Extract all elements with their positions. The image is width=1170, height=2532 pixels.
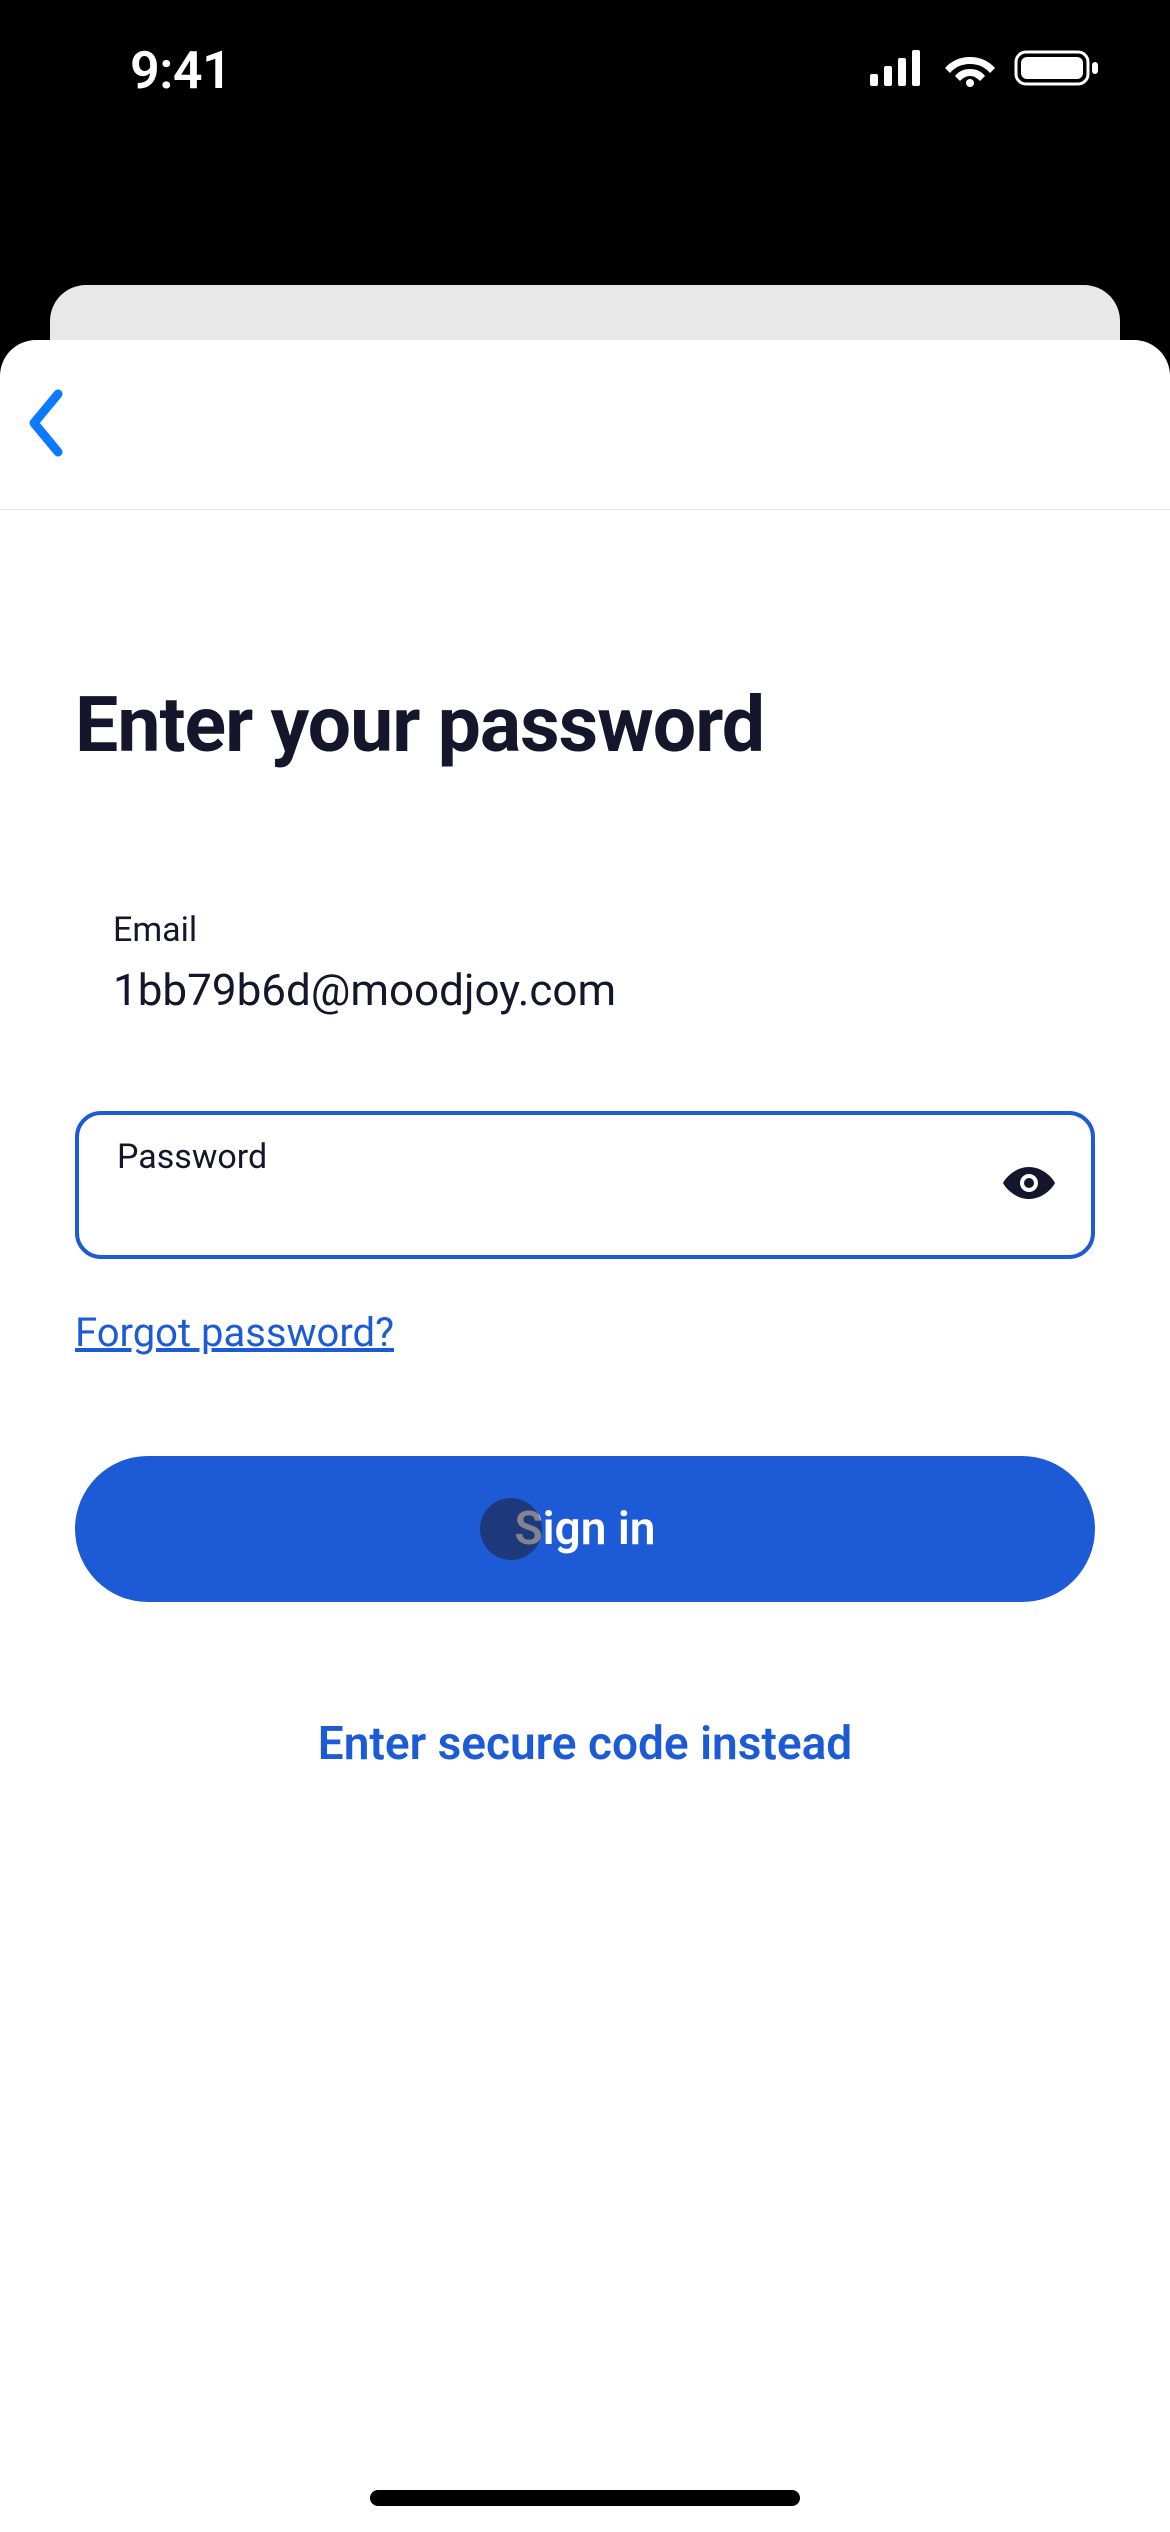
modal-sheet: Enter your password Email 1bb79b6d@moodj… bbox=[0, 340, 1170, 2532]
secure-code-link[interactable]: Enter secure code instead bbox=[75, 1697, 1095, 1791]
email-display: Email 1bb79b6d@moodjoy.com bbox=[75, 910, 1095, 1016]
page-title: Enter your password bbox=[75, 680, 1095, 770]
status-icons bbox=[870, 48, 1100, 92]
forgot-password-link[interactable]: Forgot password? bbox=[75, 1309, 394, 1356]
battery-icon bbox=[1014, 48, 1100, 92]
password-input[interactable] bbox=[117, 1187, 971, 1237]
password-label: Password bbox=[117, 1137, 971, 1177]
wifi-icon bbox=[944, 49, 996, 91]
email-value: 1bb79b6d@moodjoy.com bbox=[113, 964, 1095, 1016]
chevron-left-icon bbox=[26, 388, 66, 462]
password-field[interactable]: Password bbox=[75, 1111, 1095, 1259]
cellular-icon bbox=[870, 50, 926, 90]
toggle-password-visibility-button[interactable] bbox=[999, 1155, 1059, 1215]
status-bar: 9:41 bbox=[0, 0, 1170, 140]
eye-icon bbox=[1002, 1165, 1056, 1205]
device-frame: 9:41 bbox=[0, 0, 1170, 2532]
touch-indicator-icon bbox=[480, 1498, 542, 1560]
home-indicator[interactable] bbox=[370, 2490, 800, 2506]
email-label: Email bbox=[113, 910, 1095, 950]
sheet-header bbox=[0, 340, 1170, 510]
content-area: Enter your password Email 1bb79b6d@moodj… bbox=[0, 510, 1170, 1791]
sign-in-button[interactable]: Sign in bbox=[75, 1456, 1095, 1602]
status-time: 9:41 bbox=[130, 40, 231, 101]
back-button[interactable] bbox=[26, 385, 106, 465]
